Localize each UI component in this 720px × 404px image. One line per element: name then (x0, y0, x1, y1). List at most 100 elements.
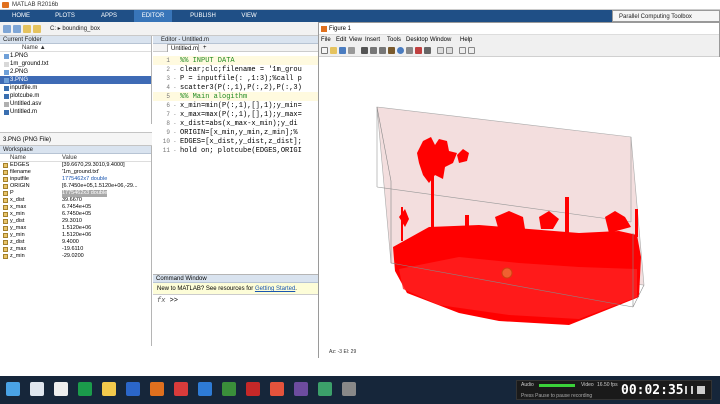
new-tab-button[interactable]: + (203, 44, 207, 52)
brush-icon[interactable] (415, 47, 422, 54)
colorbar-icon[interactable] (437, 47, 444, 54)
workspace-variable-row[interactable]: x_max 6.7454e+05 (0, 204, 151, 211)
workspace-variable-row[interactable]: z_max -19.6110 (0, 246, 151, 253)
search-icon[interactable] (30, 382, 44, 396)
pause-icon[interactable] (685, 386, 693, 394)
acrobat-icon[interactable] (246, 382, 260, 396)
powerpoint-icon[interactable] (270, 382, 284, 396)
rotate-3d-icon[interactable] (397, 47, 404, 54)
workspace-variable-row[interactable]: P 1775462x3 double (0, 190, 151, 197)
data-cursor-icon[interactable] (406, 47, 413, 54)
app-icon-3[interactable] (342, 382, 356, 396)
command-prompt[interactable]: fx >> (153, 295, 320, 307)
zoom-in-icon[interactable] (370, 47, 377, 54)
figure-menu-tools[interactable]: Tools (387, 35, 401, 45)
folder-up-icon[interactable] (23, 25, 31, 33)
print-icon[interactable] (348, 47, 355, 54)
tab-view[interactable]: VIEW (230, 10, 268, 22)
tab-publish[interactable]: PUBLISH (184, 10, 222, 22)
tab-apps[interactable]: APPS (90, 10, 128, 22)
breakpoint-marker[interactable]: - (173, 119, 180, 128)
tab-plots[interactable]: PLOTS (46, 10, 84, 22)
editor-tab-untitled[interactable]: Untitled.m (167, 44, 199, 52)
getting-started-link[interactable]: Getting Started (255, 286, 295, 292)
code-line[interactable]: 9- ORIGIN=[x_min,y_min,z_min];% (153, 128, 319, 137)
workspace-column-header[interactable]: Name Value (0, 154, 151, 162)
code-line[interactable]: 5 %% Main alogithm (153, 92, 319, 101)
code-line[interactable]: 1 %% INPUT DATA (153, 56, 319, 65)
workspace-variable-row[interactable]: y_dist 29.3010 (0, 218, 151, 225)
workspace-variable-row[interactable]: z_min -29.0200 (0, 253, 151, 260)
figure-menu-file[interactable]: File (321, 35, 331, 45)
file-item[interactable]: 1m_ground.txt (0, 60, 151, 68)
save-icon[interactable] (339, 47, 346, 54)
workspace-variable-row[interactable]: z_dist 9.4000 (0, 239, 151, 246)
tab-editor[interactable]: EDITOR (134, 10, 172, 22)
fx-icon[interactable]: fx (157, 297, 165, 305)
file-item[interactable]: Untitled.asv (0, 100, 151, 108)
windows-start-icon[interactable] (6, 382, 20, 396)
file-item[interactable]: Untitled.m (0, 108, 151, 116)
workspace-variable-row[interactable]: x_min 6.7450e+05 (0, 211, 151, 218)
figure-menu-desktop[interactable]: Desktop (406, 35, 428, 45)
zoom-out-icon[interactable] (379, 47, 386, 54)
breakpoint-marker[interactable]: - (173, 146, 180, 155)
workspace-variable-row[interactable]: y_min 1.5120e+06 (0, 232, 151, 239)
file-item[interactable]: 1.PNG (0, 52, 151, 60)
workspace-variable-row[interactable]: inputfile 1775462x7 double (0, 176, 151, 183)
breakpoint-marker[interactable]: - (173, 110, 180, 119)
file-item[interactable]: 2.PNG (0, 68, 151, 76)
code-line[interactable]: 4- scatter3(P(:,1),P(:,2),P(:,3) (153, 83, 319, 92)
toolbox-dropdown[interactable]: Parallel Computing Toolbox (612, 10, 720, 22)
link-icon[interactable] (424, 47, 431, 54)
task-view-icon[interactable] (54, 382, 68, 396)
breakpoint-marker[interactable]: - (173, 137, 180, 146)
file-explorer-icon[interactable] (102, 382, 116, 396)
workspace-variable-row[interactable]: filename '1m_ground.txt' (0, 169, 151, 176)
folder-path[interactable]: C: ▸ bounding_box (50, 25, 100, 33)
file-item[interactable]: 3.PNG (0, 76, 151, 84)
new-figure-icon[interactable] (321, 47, 328, 54)
code-line[interactable]: 8- x_dist=abs(x_max-x_min);y_di (153, 119, 319, 128)
pan-icon[interactable] (388, 47, 395, 54)
breakpoint-marker[interactable]: - (173, 83, 180, 92)
file-item[interactable]: inputfile.m (0, 84, 151, 92)
code-line[interactable]: 6- x_min=min(P(:,1),[],1);y_min= (153, 101, 319, 110)
stop-icon[interactable] (697, 386, 705, 394)
figure-menu-insert[interactable]: Insert (365, 35, 380, 45)
edge-icon[interactable] (126, 382, 140, 396)
breakpoint-marker[interactable]: - (173, 128, 180, 137)
breakpoint-marker[interactable]: - (173, 101, 180, 110)
figure-menu-help[interactable]: Help (460, 35, 472, 45)
legend-icon[interactable] (446, 47, 453, 54)
code-line[interactable]: 2- clear;clc;filename = '1m_grou (153, 65, 319, 74)
dock-figure-icon[interactable] (468, 47, 475, 54)
open-file-icon[interactable] (330, 47, 337, 54)
workspace-variable-row[interactable]: x_dist 39.6670 (0, 197, 151, 204)
code-line[interactable]: 3-P = inputfile(: ,1:3);%call p (153, 74, 319, 83)
breakpoint-marker[interactable]: - (173, 74, 180, 83)
edit-plot-icon[interactable] (361, 47, 368, 54)
chrome-icon[interactable] (78, 382, 92, 396)
back-icon[interactable] (3, 25, 11, 33)
browse-folder-icon[interactable] (33, 25, 41, 33)
figure-menu-edit[interactable]: Edit (336, 35, 346, 45)
figure-menu-window[interactable]: Window (430, 35, 451, 45)
opera-icon[interactable] (174, 382, 188, 396)
excel-icon[interactable] (222, 382, 236, 396)
file-item[interactable]: plotcube.m (0, 92, 151, 100)
breakpoint-marker[interactable]: - (173, 65, 180, 74)
workspace-variable-row[interactable]: ORIGIN [6.7450e+05,1.5120e+06,-29... (0, 183, 151, 190)
code-line[interactable]: 10- EDGES=[x_dist,y_dist,z_dist]; (153, 137, 319, 146)
code-area[interactable]: 1%% INPUT DATA 2- clear;clc;filename = '1m… (153, 52, 319, 252)
current-folder-column-header[interactable]: Name ▲ (0, 44, 151, 52)
code-line[interactable]: 7- x_max=max(P(:,1),[],1);y_max= (153, 110, 319, 119)
hide-tools-icon[interactable] (459, 47, 466, 54)
forward-icon[interactable] (13, 25, 21, 33)
code-line[interactable]: 11- hold on; plotcube(EDGES,ORIGI (153, 146, 319, 155)
app-icon-2[interactable] (318, 382, 332, 396)
plot-axes[interactable]: Az: -3 El: 29 (319, 57, 720, 359)
figure-menu-view[interactable]: View (349, 35, 362, 45)
app-icon[interactable] (294, 382, 308, 396)
workspace-variable-row[interactable]: y_max 1.5120e+06 (0, 225, 151, 232)
